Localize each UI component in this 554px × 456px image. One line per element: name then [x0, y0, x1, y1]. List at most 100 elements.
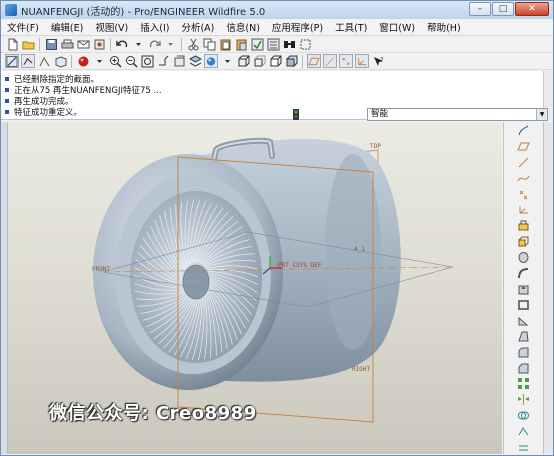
paste-icon[interactable]: [218, 37, 232, 51]
navigator-collapse-strip[interactable]: [1, 122, 8, 454]
offset-tool-icon[interactable]: [516, 440, 532, 454]
appearance-dropdown-icon[interactable]: [92, 54, 106, 68]
datum-plane-tool-icon[interactable]: [516, 140, 532, 154]
datum-axis-tool-icon[interactable]: [516, 156, 532, 170]
round-tool-icon[interactable]: [516, 345, 532, 359]
message-bullet-icon: [5, 87, 9, 92]
toolbar-separator: [110, 37, 111, 51]
datum-display-icon[interactable]: [53, 54, 67, 68]
attach-icon[interactable]: [92, 37, 106, 51]
chamfer-tool-icon[interactable]: [516, 361, 532, 375]
shaded-model-icon[interactable]: [284, 54, 298, 68]
sweep-tool-icon[interactable]: [516, 266, 532, 280]
shell-tool-icon[interactable]: [516, 298, 532, 312]
shading-icon[interactable]: [204, 54, 218, 68]
select-dropdown-icon[interactable]: [298, 37, 312, 51]
revolve-tool-icon[interactable]: [516, 251, 532, 265]
merge-tool-icon[interactable]: [516, 409, 532, 423]
message-bullet-icon: [5, 98, 9, 103]
wireframe-icon[interactable]: [236, 54, 250, 68]
print-icon[interactable]: [60, 37, 74, 51]
send-mail-icon[interactable]: [76, 37, 90, 51]
new-file-icon[interactable]: [5, 37, 19, 51]
draft-tool-icon[interactable]: [516, 330, 532, 344]
toolbar-separator: [39, 37, 40, 51]
sketch-display-icon[interactable]: [5, 54, 19, 68]
menu-applications[interactable]: 应用程序(P): [272, 20, 323, 34]
hidden-line-icon[interactable]: [252, 54, 266, 68]
rib-tool-icon[interactable]: [516, 314, 532, 328]
datum-planes-icon[interactable]: [307, 54, 321, 68]
status-filter-bar: 智能 ▼: [1, 108, 553, 122]
undo-dropdown-icon[interactable]: [131, 37, 145, 51]
whats-this-icon[interactable]: ?: [371, 54, 385, 68]
feature-toolbar: [503, 122, 543, 454]
menu-window[interactable]: 窗口(W): [379, 20, 415, 34]
menu-tools[interactable]: 工具(T): [335, 20, 367, 34]
coordinate-systems-icon[interactable]: [355, 54, 369, 68]
message-line: 再生成功完成。: [5, 95, 74, 107]
saved-views-icon[interactable]: [172, 54, 186, 68]
toolbar-separator: [71, 54, 72, 68]
svg-text:?: ?: [380, 56, 384, 64]
title-bar: NUANFENGJI (活动的) - Pro/ENGINEER Wildfire…: [1, 1, 553, 19]
trim-tool-icon[interactable]: [516, 424, 532, 438]
proe-main-window: NUANFENGJI (活动的) - Pro/ENGINEER Wildfire…: [0, 0, 554, 456]
selection-filter-dropdown[interactable]: 智能 ▼: [367, 108, 548, 121]
no-hidden-icon[interactable]: [268, 54, 282, 68]
menu-edit[interactable]: 编辑(E): [51, 20, 83, 34]
sketch-line-icon[interactable]: [21, 54, 35, 68]
sketch-tool-icon[interactable]: [516, 124, 532, 138]
toolbar-separator: [302, 54, 303, 68]
mirror-tool-icon[interactable]: [516, 393, 532, 407]
fan-hub[interactable]: [182, 264, 210, 300]
close-button[interactable]: ✕: [515, 2, 549, 16]
reorient-icon[interactable]: [156, 54, 170, 68]
redo-icon[interactable]: [147, 37, 161, 51]
menu-insert[interactable]: 插入(I): [140, 20, 169, 34]
menu-info[interactable]: 信息(N): [226, 20, 260, 34]
appearance-icon[interactable]: [76, 54, 90, 68]
view-toolbar: ?: [1, 53, 553, 70]
cut-icon[interactable]: [186, 37, 200, 51]
csys-tool-icon[interactable]: [516, 203, 532, 217]
extrude-tool-icon[interactable]: [516, 235, 532, 249]
menu-file[interactable]: 文件(F): [7, 20, 39, 34]
save-icon[interactable]: [44, 37, 58, 51]
minimize-button[interactable]: –: [469, 2, 491, 16]
csys-label: PRT_CSYS_DEF: [278, 262, 322, 269]
paste-special-icon[interactable]: [234, 37, 248, 51]
datum-curve-tool-icon[interactable]: [516, 171, 532, 185]
message-bullet-icon: [5, 76, 9, 81]
undo-icon[interactable]: [115, 37, 129, 51]
vertex-icon[interactable]: [37, 54, 51, 68]
zoom-in-icon[interactable]: [108, 54, 122, 68]
menu-help[interactable]: 帮助(H): [427, 20, 461, 34]
datum-point-tool-icon[interactable]: [516, 187, 532, 201]
find-icon[interactable]: [282, 37, 296, 51]
selection-filter-value: 智能: [371, 109, 389, 119]
datum-points-icon[interactable]: [339, 54, 353, 68]
menu-analysis[interactable]: 分析(A): [181, 20, 214, 34]
hole-tool-icon[interactable]: [516, 282, 532, 296]
menu-view[interactable]: 视图(V): [95, 20, 128, 34]
shading-dropdown-icon[interactable]: [220, 54, 234, 68]
datum-label-top: TOP: [370, 143, 381, 150]
copy-icon[interactable]: [202, 37, 216, 51]
regen-manager-icon[interactable]: [266, 37, 280, 51]
layers-icon[interactable]: [188, 54, 202, 68]
regenerate-icon[interactable]: [250, 37, 264, 51]
menu-bar: 文件(F) 编辑(E) 视图(V) 插入(I) 分析(A) 信息(N) 应用程序…: [1, 19, 553, 36]
open-folder-icon[interactable]: [21, 37, 35, 51]
message-line: 正在从75 再生NUANFENGJI特征75 ...: [5, 84, 162, 96]
refit-icon[interactable]: [140, 54, 154, 68]
maximize-button[interactable]: □: [492, 2, 514, 16]
redo-dropdown-icon[interactable]: [163, 37, 177, 51]
chevron-down-icon[interactable]: ▼: [536, 109, 547, 120]
analysis-tool-icon[interactable]: [516, 219, 532, 233]
zoom-out-icon[interactable]: [124, 54, 138, 68]
pattern-tool-icon[interactable]: [516, 377, 532, 391]
axis-label-a1: A_1: [354, 246, 365, 253]
toolbar-scrollbar[interactable]: [543, 122, 553, 454]
datum-axes-icon[interactable]: [323, 54, 337, 68]
